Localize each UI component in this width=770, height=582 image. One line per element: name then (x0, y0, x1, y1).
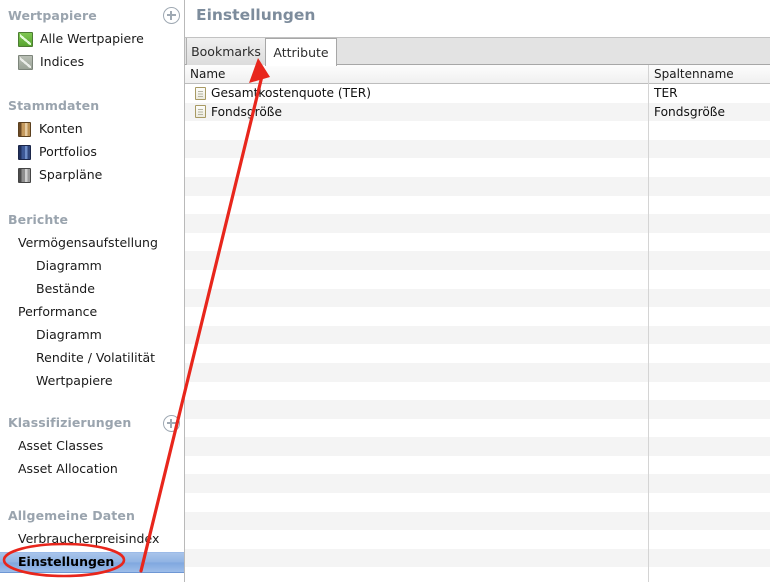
table-row[interactable] (185, 419, 770, 438)
book-gray-icon (18, 168, 31, 183)
table-row[interactable] (185, 567, 770, 582)
document-icon (195, 105, 206, 118)
table-row[interactable] (185, 382, 770, 401)
sidebar-item-label: Vermögensaufstellung (18, 237, 158, 250)
table-row[interactable] (185, 549, 770, 568)
sidebar: Wertpapiere Alle Wertpapiere Indices Stammd… (0, 0, 185, 582)
tab-label: Bookmarks (191, 44, 261, 59)
table-row[interactable] (185, 307, 770, 326)
table-row[interactable] (185, 437, 770, 456)
table-row[interactable] (185, 512, 770, 531)
sidebar-item-label: Diagramm (36, 260, 102, 273)
table-row[interactable] (185, 121, 770, 140)
table-cell-name: Gesamtkostenquote (TER) (185, 84, 648, 103)
chart-green-icon (18, 32, 33, 47)
sidebar-item-indices[interactable]: Indices (0, 52, 185, 73)
sidebar-item-label: Performance (18, 306, 97, 319)
cell-text: Gesamtkostenquote (TER) (211, 86, 371, 100)
sidebar-item-label: Sparpläne (39, 169, 102, 182)
sidebar-item-asset-allocation[interactable]: Asset Allocation (0, 459, 185, 480)
table-row[interactable] (185, 251, 770, 270)
table-row[interactable] (185, 158, 770, 177)
tab-attribute[interactable]: Attribute (265, 38, 337, 66)
attributes-table: Name Spaltenname Feldtyp Gesamtkostenquo… (185, 65, 770, 582)
table-header-row: Name Spaltenname Feldtyp (185, 65, 770, 84)
column-divider-1[interactable] (648, 65, 649, 582)
sidebar-item-wertpapiere[interactable]: Wertpapiere (0, 371, 185, 392)
column-header-spaltenname[interactable]: Spaltenname (649, 65, 770, 83)
section-allgemeine-daten-header: Allgemeine Daten (8, 508, 135, 523)
section-berichte-header: Berichte (8, 212, 68, 227)
sidebar-item-performance[interactable]: Performance (0, 302, 185, 323)
table-cell-name: Fondsgröße (185, 103, 648, 122)
application-window: Wertpapiere Alle Wertpapiere Indices Stammd… (0, 0, 770, 582)
main-content: Einstellungen Bookmarks Attribute Name Sp… (185, 0, 770, 582)
sidebar-item-label: Einstellungen (18, 556, 114, 569)
table-row[interactable]: FondsgrößeFondsgrößeBetrag (einfach) (185, 103, 770, 122)
column-header-name[interactable]: Name (185, 65, 648, 83)
section-klassifizierungen-header: Klassifizierungen (8, 415, 131, 430)
book-brown-icon (18, 122, 31, 137)
table-row[interactable] (185, 214, 770, 233)
table-row[interactable] (185, 456, 770, 475)
tab-bar: Bookmarks Attribute (185, 37, 770, 65)
sidebar-item-portfolios[interactable]: Portfolios (0, 142, 185, 163)
sidebar-item-label: Asset Classes (18, 440, 103, 453)
sidebar-item-asset-classes[interactable]: Asset Classes (0, 436, 185, 457)
table-row[interactable] (185, 196, 770, 215)
table-row[interactable] (185, 474, 770, 493)
page-title: Einstellungen (196, 6, 315, 24)
cell-text: Fondsgröße (211, 105, 282, 119)
add-klassifizierung-icon[interactable] (163, 415, 180, 432)
table-body: Gesamtkostenquote (TER)TERProzentzahlFon… (185, 84, 770, 582)
table-row[interactable] (185, 233, 770, 252)
sidebar-item-label: Wertpapiere (36, 375, 113, 388)
sidebar-item-label: Asset Allocation (18, 463, 118, 476)
sidebar-item-label: Portfolios (39, 146, 97, 159)
sidebar-item-konten[interactable]: Konten (0, 119, 185, 140)
table-cell-spaltenname: Fondsgröße (649, 103, 770, 122)
cell-text: TER (654, 86, 678, 100)
sidebar-item-label: Bestände (36, 283, 95, 296)
table-cell-spaltenname: TER (649, 84, 770, 103)
sidebar-item-label: Rendite / Volatilität (36, 352, 155, 365)
section-wertpapiere-header: Wertpapiere (8, 8, 97, 23)
tab-bookmarks[interactable]: Bookmarks (186, 38, 266, 65)
sidebar-item-einstellungen[interactable]: Einstellungen (0, 552, 185, 573)
sidebar-item-diagramm[interactable]: Diagramm (0, 325, 185, 346)
table-row[interactable] (185, 177, 770, 196)
table-row[interactable] (185, 530, 770, 549)
document-icon (195, 87, 206, 100)
table-row[interactable] (185, 344, 770, 363)
sidebar-item-alle-wertpapiere[interactable]: Alle Wertpapiere (0, 29, 185, 50)
sidebar-item-label: Konten (39, 123, 83, 136)
book-blue-icon (18, 145, 31, 160)
table-row[interactable]: Gesamtkostenquote (TER)TERProzentzahl (185, 84, 770, 103)
cell-text: Fondsgröße (654, 105, 725, 119)
table-row[interactable] (185, 326, 770, 345)
sidebar-item-label: Indices (40, 56, 84, 69)
table-row[interactable] (185, 400, 770, 419)
table-row[interactable] (185, 363, 770, 382)
sidebar-item-sparplane[interactable]: Sparpläne (0, 165, 185, 186)
sidebar-item-label: Verbraucherpreisindex (18, 533, 159, 546)
table-row[interactable] (185, 270, 770, 289)
add-wertpapiere-icon[interactable] (163, 7, 180, 24)
table-row[interactable] (185, 289, 770, 308)
sidebar-item-verbraucherpreisindex[interactable]: Verbraucherpreisindex (0, 529, 185, 550)
table-row[interactable] (185, 493, 770, 512)
sidebar-item-rendite-volatilitat[interactable]: Rendite / Volatilität (0, 348, 185, 369)
sidebar-item-vermogensaufstellung[interactable]: Vermögensaufstellung (0, 233, 185, 254)
tab-label: Attribute (273, 45, 328, 60)
sidebar-item-bestande[interactable]: Bestände (0, 279, 185, 300)
section-stammdaten-header: Stammdaten (8, 98, 99, 113)
sidebar-item-diagramm[interactable]: Diagramm (0, 256, 185, 277)
table-row[interactable] (185, 140, 770, 159)
sidebar-item-label: Diagramm (36, 329, 102, 342)
sidebar-item-label: Alle Wertpapiere (40, 33, 144, 46)
chart-gray-icon (18, 55, 33, 70)
